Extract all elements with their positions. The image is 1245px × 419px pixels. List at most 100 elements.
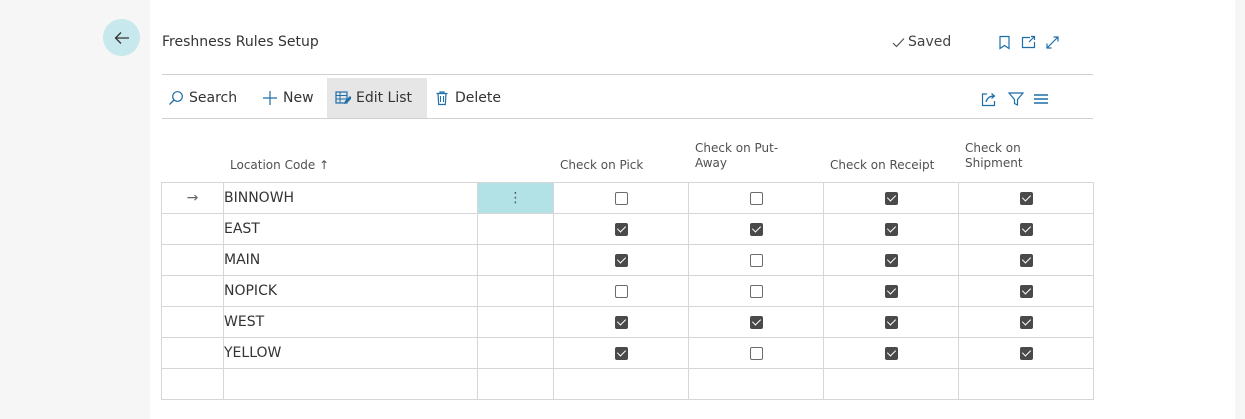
filter-icon[interactable] <box>1007 90 1025 108</box>
empty-cell[interactable] <box>223 368 478 400</box>
row-actions-cell[interactable] <box>477 337 554 369</box>
column-header-check-on-pick[interactable]: Check on Pick <box>560 158 643 173</box>
check-on-putaway-checkbox[interactable] <box>749 346 763 360</box>
check-on-receipt-checkbox[interactable] <box>884 253 898 267</box>
bookmark-icon[interactable] <box>995 33 1013 51</box>
table-row[interactable]: NOPICK <box>161 275 1094 307</box>
location-code-cell[interactable]: NOPICK <box>223 275 478 307</box>
open-in-new-window-icon[interactable] <box>1019 33 1037 51</box>
share-icon[interactable] <box>980 90 998 108</box>
saved-label: Saved <box>908 34 952 50</box>
delete-button[interactable]: Delete <box>434 78 501 118</box>
column-header-check-on-putaway-line2: Away <box>695 156 727 170</box>
check-on-shipment-cell <box>958 306 1094 338</box>
search-icon <box>168 90 189 106</box>
column-header-location-code[interactable]: Location Code ↑ <box>230 158 329 173</box>
row-selector[interactable] <box>161 337 224 369</box>
list-view-icon[interactable] <box>1032 90 1050 108</box>
check-on-receipt-cell <box>823 337 959 369</box>
check-on-pick-checkbox[interactable] <box>614 222 628 236</box>
search-label: Search <box>189 90 238 106</box>
row-actions-cell[interactable] <box>477 275 554 307</box>
empty-cell[interactable] <box>553 368 689 400</box>
check-on-putaway-cell <box>688 182 824 214</box>
location-code-cell[interactable]: MAIN <box>223 244 478 276</box>
trash-icon <box>434 90 455 106</box>
row-actions-cell[interactable] <box>477 306 554 338</box>
check-on-shipment-cell <box>958 275 1094 307</box>
empty-new-row[interactable] <box>161 368 1094 400</box>
check-on-receipt-cell <box>823 306 959 338</box>
check-on-pick-cell <box>553 213 689 245</box>
saved-status: Saved <box>892 34 951 50</box>
check-on-receipt-cell <box>823 182 959 214</box>
header-divider <box>162 74 1093 75</box>
check-on-putaway-checkbox[interactable] <box>749 222 763 236</box>
table-row[interactable]: EAST <box>161 213 1094 245</box>
check-on-shipment-checkbox[interactable] <box>1019 191 1033 205</box>
row-selector-arrow[interactable]: → <box>161 182 224 214</box>
empty-cell[interactable] <box>688 368 824 400</box>
empty-cell[interactable] <box>823 368 959 400</box>
check-on-putaway-checkbox[interactable] <box>749 315 763 329</box>
row-actions-menu[interactable]: ⋮ <box>477 182 554 214</box>
empty-cell[interactable] <box>161 368 224 400</box>
check-on-receipt-checkbox[interactable] <box>884 284 898 298</box>
check-on-pick-checkbox[interactable] <box>614 191 628 205</box>
freshness-rules-table: → BINNOWH ⋮ EAST MAIN NOPICK WEST YELLOW <box>161 182 1094 400</box>
check-on-putaway-checkbox[interactable] <box>749 284 763 298</box>
table-row[interactable]: YELLOW <box>161 337 1094 369</box>
row-selector[interactable] <box>161 306 224 338</box>
check-on-receipt-checkbox[interactable] <box>884 346 898 360</box>
check-on-shipment-cell <box>958 213 1094 245</box>
check-on-putaway-checkbox[interactable] <box>749 253 763 267</box>
check-on-pick-checkbox[interactable] <box>614 346 628 360</box>
column-header-check-on-receipt[interactable]: Check on Receipt <box>830 158 934 173</box>
column-header-check-on-shipment-line1: Check on <box>965 141 1021 155</box>
location-code-cell[interactable]: BINNOWH <box>223 182 478 214</box>
check-on-receipt-cell <box>823 213 959 245</box>
check-on-putaway-cell <box>688 306 824 338</box>
column-header-check-on-putaway-line1: Check on Put- <box>695 141 779 155</box>
check-on-shipment-checkbox[interactable] <box>1019 253 1033 267</box>
empty-cell[interactable] <box>477 368 554 400</box>
new-button[interactable]: New <box>262 78 314 118</box>
row-selector[interactable] <box>161 275 224 307</box>
check-on-shipment-cell <box>958 182 1094 214</box>
check-on-pick-cell <box>553 337 689 369</box>
empty-cell[interactable] <box>958 368 1094 400</box>
column-header-check-on-putaway[interactable]: Check on Put- Away <box>695 141 778 171</box>
check-on-pick-checkbox[interactable] <box>614 284 628 298</box>
check-on-pick-cell <box>553 275 689 307</box>
row-actions-cell[interactable] <box>477 244 554 276</box>
row-actions-cell[interactable] <box>477 213 554 245</box>
check-on-pick-checkbox[interactable] <box>614 253 628 267</box>
check-on-receipt-checkbox[interactable] <box>884 315 898 329</box>
check-on-pick-checkbox[interactable] <box>614 315 628 329</box>
back-button[interactable] <box>103 19 140 56</box>
row-selector[interactable] <box>161 213 224 245</box>
check-on-putaway-checkbox[interactable] <box>749 191 763 205</box>
check-on-receipt-checkbox[interactable] <box>884 222 898 236</box>
search-button[interactable]: Search <box>168 78 237 118</box>
check-on-receipt-checkbox[interactable] <box>884 191 898 205</box>
edit-list-button[interactable]: Edit List <box>327 78 427 118</box>
table-row[interactable]: WEST <box>161 306 1094 338</box>
check-on-shipment-checkbox[interactable] <box>1019 346 1033 360</box>
table-row[interactable]: → BINNOWH ⋮ <box>161 182 1094 214</box>
check-on-shipment-checkbox[interactable] <box>1019 222 1033 236</box>
check-on-shipment-checkbox[interactable] <box>1019 315 1033 329</box>
column-header-check-on-shipment[interactable]: Check on Shipment <box>965 141 1023 171</box>
edit-list-icon <box>335 90 356 106</box>
check-on-shipment-cell <box>958 244 1094 276</box>
row-selector[interactable] <box>161 244 224 276</box>
edit-list-label: Edit List <box>356 90 413 106</box>
toolbar-divider <box>162 118 1093 119</box>
location-code-cell[interactable]: WEST <box>223 306 478 338</box>
table-row[interactable]: MAIN <box>161 244 1094 276</box>
check-on-shipment-checkbox[interactable] <box>1019 284 1033 298</box>
location-code-cell[interactable]: EAST <box>223 213 478 245</box>
expand-icon[interactable] <box>1043 33 1061 51</box>
location-code-cell[interactable]: YELLOW <box>223 337 478 369</box>
check-on-pick-cell <box>553 244 689 276</box>
